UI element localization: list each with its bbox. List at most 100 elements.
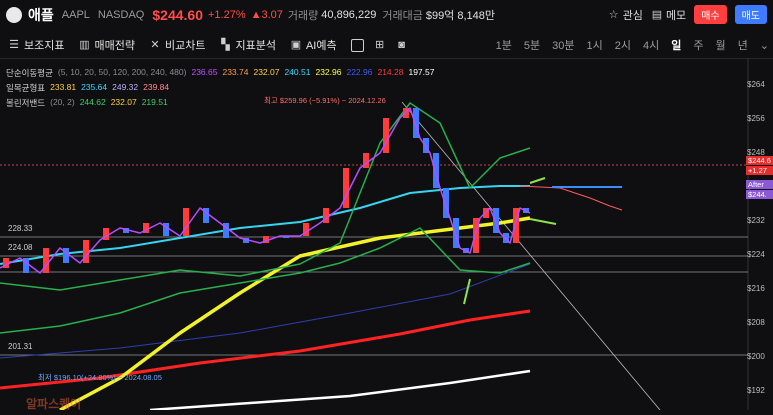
sma-value-4: 232.96 bbox=[315, 67, 342, 77]
sma-value-2: 232.07 bbox=[253, 67, 280, 77]
level-label-3: 201.31 bbox=[8, 342, 33, 351]
stock-name: 애플 bbox=[28, 7, 54, 23]
camera-icon[interactable]: ◙ bbox=[396, 39, 408, 51]
analysis-label: 지표분석 bbox=[235, 40, 276, 52]
sell-button[interactable]: 매도 bbox=[734, 5, 767, 24]
sma-legend: 단순이동평균 (5, 10, 20, 50, 120, 200, 240, 48… bbox=[6, 67, 439, 79]
signal-arrow-2 bbox=[463, 278, 471, 305]
sma-50-line bbox=[0, 185, 530, 265]
level-label-2: 224.08 bbox=[8, 243, 33, 252]
timeframe-2[interactable]: 30분 bbox=[552, 37, 574, 53]
ichimoku-value-2: 249.32 bbox=[112, 82, 139, 92]
price-axis-tick: $256 bbox=[747, 114, 765, 123]
sma-5-line bbox=[0, 107, 531, 274]
ticker-header: 애플 AAPL NASDAQ $244.60 +1.27% ▲3.07 거래량 … bbox=[0, 0, 773, 30]
analysis-icon: ▚ bbox=[221, 39, 230, 51]
timeframe-5[interactable]: 4시 bbox=[643, 37, 659, 53]
sma-legend-label: 단순이동평균 bbox=[6, 68, 53, 78]
ichimoku-value-0: 233.81 bbox=[50, 82, 77, 92]
bollinger-value-1: 232.07 bbox=[110, 97, 137, 107]
bollinger-value-0: 244.62 bbox=[79, 97, 106, 107]
candle bbox=[343, 168, 349, 208]
ichimoku-cloud bbox=[552, 186, 622, 188]
ichimoku-legend: 일목균형표 233.81 235.64 249.32 239.84 bbox=[6, 82, 174, 94]
bollinger-legend: 볼린저밴드 (20, 2) 244.62 232.07 219.51 bbox=[6, 97, 173, 109]
timeframe-8[interactable]: 월 bbox=[716, 37, 726, 53]
volume-label: 거래량 bbox=[287, 10, 319, 22]
price-axis-tick: $216 bbox=[747, 284, 765, 293]
compare-label: 비교차트 bbox=[164, 40, 206, 52]
amount-label: 거래대금 bbox=[382, 10, 423, 22]
change-amount: ▲3.07 bbox=[250, 9, 283, 21]
buy-button[interactable]: 매수 bbox=[694, 5, 727, 24]
indicators-button[interactable]: ☰ 보조지표 bbox=[8, 37, 64, 53]
price-axis-tick: $208 bbox=[747, 318, 765, 327]
layout-square-icon[interactable] bbox=[350, 38, 364, 52]
apple-logo-icon bbox=[6, 7, 22, 23]
high-annotation: 최고 $259.96 (−5.91%) − 2024.12.26 bbox=[264, 96, 386, 105]
timeframe-3[interactable]: 1시 bbox=[587, 37, 603, 53]
sma-value-7: 197.57 bbox=[408, 67, 435, 77]
sma-480-line bbox=[149, 369, 531, 412]
sma-value-0: 236.65 bbox=[191, 67, 218, 77]
timeframe-selector: 1분 5분 30분 1시 2시 4시 일 주 월 년 ⌄ bbox=[496, 32, 769, 58]
compare-button[interactable]: ✕ 비교차트 bbox=[149, 37, 205, 53]
grid-icon[interactable]: ⊞ bbox=[374, 39, 386, 51]
chart-canvas[interactable] bbox=[0, 58, 773, 412]
price-axis-tick: $200 bbox=[747, 352, 765, 361]
compare-icon: ✕ bbox=[150, 39, 160, 51]
indicators-label: 보조지표 bbox=[24, 40, 65, 52]
star-icon: ☆ bbox=[608, 8, 619, 21]
chart-toolbar: ☰ 보조지표 ▥ 매매전략 ✕ 비교차트 ▚ 지표분석 ▣ AI예측 ⊞ ◙ 1… bbox=[0, 32, 773, 59]
signal-arrow-1 bbox=[529, 218, 557, 225]
ichimoku-legend-label: 일목균형표 bbox=[6, 83, 46, 93]
bollinger-lower-line bbox=[0, 227, 531, 334]
volume-value: 40,896,229 bbox=[321, 9, 377, 21]
ai-forecast-button[interactable]: ▣ AI예측 bbox=[290, 37, 337, 53]
strategy-button[interactable]: ▥ 매매전략 bbox=[78, 37, 135, 53]
timeframe-7[interactable]: 주 bbox=[693, 37, 703, 53]
memo-icon: ▤ bbox=[651, 8, 663, 21]
after-hours-label: After bbox=[746, 180, 773, 189]
bollinger-legend-label: 볼린저밴드 bbox=[6, 98, 46, 108]
sma-value-3: 240.51 bbox=[284, 67, 311, 77]
strategy-label: 매매전략 bbox=[94, 40, 135, 52]
ai-forecast-label: AI예측 bbox=[305, 40, 337, 52]
price-axis-tick: $192 bbox=[747, 386, 765, 395]
after-hours-price: $244. bbox=[746, 190, 773, 199]
ai-chip-icon: ▣ bbox=[290, 39, 302, 51]
price-axis-tick: $224 bbox=[747, 250, 765, 259]
price-chart[interactable]: 단순이동평균 (5, 10, 20, 50, 120, 200, 240, 48… bbox=[0, 58, 773, 412]
ichimoku-value-1: 235.64 bbox=[81, 82, 108, 92]
timeframe-1[interactable]: 5분 bbox=[524, 37, 540, 53]
ticker-symbol: AAPL bbox=[61, 9, 90, 21]
ichimoku-value-3: 239.84 bbox=[143, 82, 170, 92]
price-axis-tick: $264 bbox=[747, 80, 765, 89]
timeframe-9[interactable]: 년 bbox=[738, 37, 748, 53]
level-label-1: 228.33 bbox=[8, 224, 33, 233]
sliders-icon: ☰ bbox=[9, 39, 19, 51]
signal-arrow-0 bbox=[529, 177, 546, 184]
candle bbox=[383, 118, 389, 153]
memo-label: 메모 bbox=[665, 9, 687, 22]
amount-value: $99억 8,148만 bbox=[425, 10, 496, 22]
price-axis-tick: $232 bbox=[747, 216, 765, 225]
low-annotation: 최저 $196.10(+24.80%) − 2024.08.05 bbox=[38, 373, 162, 382]
sma-value-6: 214.28 bbox=[377, 67, 404, 77]
timeframe-0[interactable]: 1분 bbox=[496, 37, 512, 53]
sma-value-5: 222.96 bbox=[346, 67, 373, 77]
exchange-name: NASDAQ bbox=[97, 9, 145, 21]
sma-value-1: 233.74 bbox=[222, 67, 249, 77]
analysis-button[interactable]: ▚ 지표분석 bbox=[219, 37, 276, 53]
memo-button[interactable]: ▤ 메모 bbox=[651, 7, 686, 23]
last-price-tag: $244.6 bbox=[746, 156, 773, 165]
watermark: 알파스퀘어 bbox=[26, 397, 82, 411]
chevron-down-icon[interactable]: ⌄ bbox=[760, 39, 769, 52]
watchlist-button[interactable]: ☆ 관심 bbox=[608, 7, 643, 23]
last-pct-tag: +1.27 bbox=[746, 166, 773, 175]
timeframe-6[interactable]: 일 bbox=[671, 37, 681, 53]
sma-legend-params: (5, 10, 20, 50, 120, 200, 240, 480) bbox=[57, 67, 187, 77]
timeframe-4[interactable]: 2시 bbox=[615, 37, 631, 53]
bollinger-value-2: 219.51 bbox=[141, 97, 168, 107]
change-percent: +1.27% bbox=[207, 9, 246, 21]
